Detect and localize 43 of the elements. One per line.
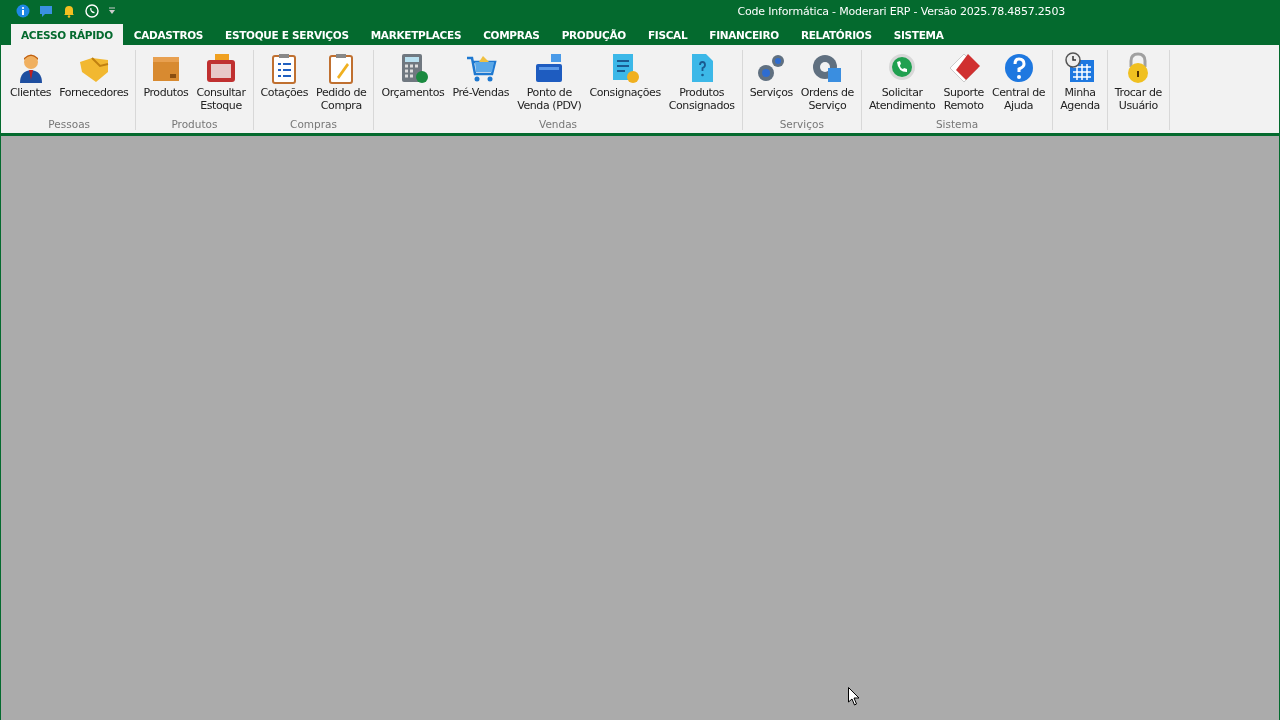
ribbon-button[interactable]: Suporte Remoto [939, 50, 988, 118]
ribbon-tab[interactable]: RELATÓRIOS [789, 24, 883, 45]
window-title: Code Informática - Moderari ERP - Versão 2025.78.4857.2503 [737, 4, 1065, 18]
ribbon-tab[interactable]: CADASTROS [122, 24, 215, 45]
ribbon-button[interactable]: Produtos [139, 50, 193, 118]
ribbon-tab[interactable]: ESTOQUE E SERVIÇOS [214, 24, 360, 45]
ribbon-tab[interactable]: MARKETPLACES [359, 24, 473, 45]
group-label: Pessoas [48, 118, 91, 130]
diamond-icon [947, 52, 980, 84]
ribbon-button[interactable]: Minha Agenda [1056, 50, 1104, 130]
ribbon-tab[interactable]: PRODUÇÃO [550, 24, 637, 45]
ribbon-button[interactable]: Produtos Consignados [664, 50, 739, 118]
group-label: Vendas [539, 118, 578, 130]
ribbon-button[interactable]: Pré-Vendas [448, 50, 514, 118]
help-icon [1002, 52, 1035, 84]
ribbon-button[interactable]: Clientes [6, 50, 56, 118]
ribbon-button[interactable]: Ordens de Serviço [796, 50, 858, 118]
ribbon-tab[interactable]: FINANCEIRO [698, 24, 790, 45]
customize-caret-icon[interactable] [108, 7, 116, 15]
ribbon-tab[interactable]: SISTEMA [882, 24, 955, 45]
ribbon-button[interactable]: Fornecedores [55, 50, 133, 118]
ribbon-button[interactable]: Serviços [745, 50, 797, 118]
ribbon-button[interactable]: Consultar Estoque [192, 50, 250, 118]
ribbon-button[interactable]: Pedido de Compra [312, 50, 371, 118]
ribbon-button[interactable]: Ponto de Venda (PDV) [513, 50, 586, 118]
group-label: Produtos [171, 118, 218, 130]
chat-phone-icon[interactable] [85, 4, 99, 18]
info-icon[interactable] [16, 4, 30, 18]
ribbon-button[interactable]: Central de Ajuda [987, 50, 1050, 118]
bell-icon[interactable] [62, 4, 76, 18]
ribbon-tab[interactable]: ACESSO RÁPIDO [11, 24, 123, 45]
group-label: Serviços [779, 118, 824, 130]
mouse-pointer-icon [848, 687, 860, 706]
ribbon-button[interactable]: Trocar de Usuário [1110, 50, 1166, 130]
ribbon-button[interactable]: Consignações [585, 50, 665, 118]
ribbon-button[interactable]: Cotações [256, 50, 313, 118]
group-label: Compras [290, 118, 337, 130]
ribbon-tab[interactable]: COMPRAS [472, 24, 551, 45]
calendar-clock-icon [1064, 52, 1096, 84]
group-label: Sistema [935, 118, 979, 130]
ribbon-button[interactable]: Solicitar Atendimento [864, 50, 940, 118]
ribbon-button[interactable]: Orçamentos [377, 50, 449, 118]
ribbon-tab[interactable]: FISCAL [636, 24, 699, 45]
